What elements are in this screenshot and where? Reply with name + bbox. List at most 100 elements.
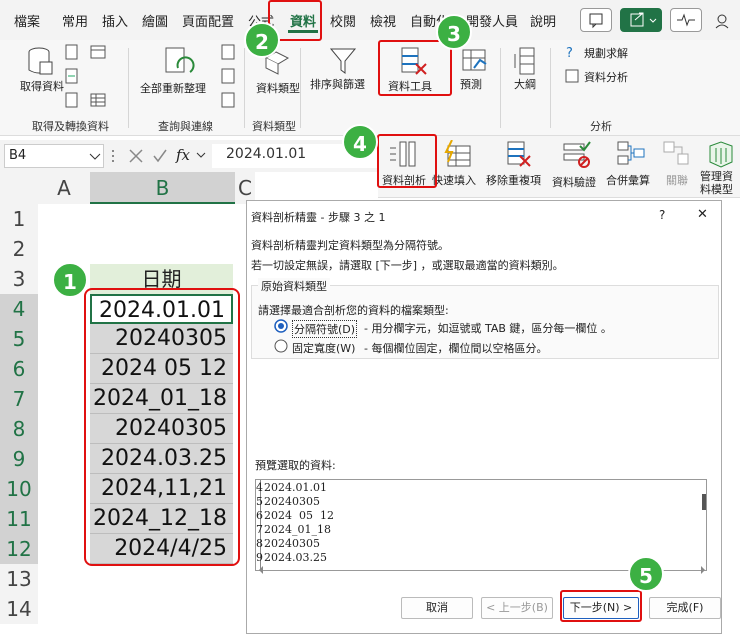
- solver-icon: ?: [566, 46, 573, 60]
- group-separator: [128, 48, 129, 128]
- group-label-analysis: 分析: [590, 120, 612, 133]
- formula-bar: B4 fx 2024.01.01: [0, 140, 378, 172]
- group-separator: [300, 48, 301, 128]
- group-label-queries: 查詢與連線: [158, 120, 213, 133]
- tab-help[interactable]: 說明: [530, 11, 556, 30]
- step-2-callout: 2: [244, 22, 280, 58]
- preview-row-number: 6: [256, 509, 263, 522]
- row-header-4[interactable]: 4: [0, 294, 38, 324]
- radio-selected-icon: [274, 319, 288, 333]
- confirm-entry-icon[interactable]: [152, 148, 168, 164]
- fx-chevron-down-icon: [196, 152, 206, 158]
- step-1-callout: 1: [52, 262, 88, 298]
- tab-developer[interactable]: 開發人員: [466, 11, 518, 30]
- edit-links-icon[interactable]: [220, 92, 236, 108]
- row-header-12[interactable]: 12: [0, 534, 38, 564]
- select-all-corner[interactable]: [0, 172, 38, 204]
- from-web-icon[interactable]: [90, 44, 106, 60]
- row-header-1[interactable]: 1: [0, 204, 38, 234]
- preview-row-number: 7: [256, 523, 263, 536]
- tab-view[interactable]: 檢視: [370, 11, 396, 30]
- highlight-data-range: [84, 288, 240, 566]
- data-type-label: 資料類型: [256, 82, 300, 95]
- row-header-2[interactable]: 2: [0, 234, 38, 264]
- finish-button[interactable]: 完成(F): [649, 597, 721, 619]
- tab-home[interactable]: 常用: [62, 11, 88, 30]
- tab-page-layout[interactable]: 頁面配置: [182, 11, 234, 30]
- group-title: 原始資料類型: [258, 278, 330, 294]
- relationships-label: 關聯: [666, 174, 688, 187]
- remove-duplicates-icon: [507, 141, 531, 167]
- svg-text:?: ?: [566, 46, 573, 60]
- flash-fill-label: 快速填入: [432, 174, 476, 187]
- preview-row-number: 5: [256, 495, 263, 508]
- comments-button[interactable]: [580, 8, 612, 32]
- row-header-9[interactable]: 9: [0, 444, 38, 474]
- share-button[interactable]: [620, 8, 662, 32]
- more-options-icon: [112, 150, 114, 162]
- group-separator: [244, 48, 245, 128]
- group-separator: [550, 48, 551, 128]
- dialog-title: 資料剖析精靈 - 步驟 3 之 1: [251, 211, 386, 224]
- preview-row-number: 8: [256, 537, 263, 550]
- row-header-3[interactable]: 3: [0, 264, 38, 294]
- data-analysis-button[interactable]: 資料分析: [584, 69, 628, 85]
- cancel-button[interactable]: 取消: [401, 597, 473, 619]
- tab-insert[interactable]: 插入: [102, 11, 128, 30]
- group-label-data-types: 資料類型: [252, 120, 296, 133]
- preview-vscroll-thumb[interactable]: [702, 494, 706, 510]
- existing-connections-icon[interactable]: [90, 92, 106, 108]
- outline-label: 大綱: [514, 78, 536, 91]
- preview-row-value: 20240305: [264, 495, 320, 508]
- preview-row-number: 4: [256, 481, 263, 494]
- column-header-a[interactable]: A: [38, 172, 90, 204]
- properties-icon[interactable]: [220, 68, 236, 84]
- back-button[interactable]: < 上一步(B): [481, 597, 553, 619]
- name-box[interactable]: B4: [4, 144, 104, 168]
- preview-label: 預覽選取的資料:: [255, 459, 336, 472]
- delimited-label: 分隔符號(D): [292, 320, 358, 338]
- row-header-7[interactable]: 7: [0, 384, 38, 414]
- row-header-11[interactable]: 11: [0, 504, 38, 534]
- group-separator: [500, 48, 501, 128]
- activity-button[interactable]: [670, 8, 702, 32]
- solver-button[interactable]: 規劃求解: [584, 45, 628, 61]
- delimited-description: - 用分欄字元，如逗號或 TAB 鍵，區分每一欄位 。: [364, 322, 612, 335]
- consolidate-icon: [617, 141, 645, 165]
- row-header-8[interactable]: 8: [0, 414, 38, 444]
- refresh-icon: [165, 47, 195, 73]
- row-header-5[interactable]: 5: [0, 324, 38, 354]
- queries-connections-icon[interactable]: [220, 44, 236, 60]
- close-icon[interactable]: ✕: [697, 207, 708, 222]
- tab-review[interactable]: 校閱: [330, 11, 356, 30]
- row-header-10[interactable]: 10: [0, 474, 38, 504]
- preview-row-number: 9: [256, 551, 263, 564]
- user-search-icon[interactable]: [714, 12, 734, 30]
- fixed-width-description: - 每個欄位固定，欄位間以空格區分。: [364, 342, 548, 355]
- preview-row-value: 2024 05 12: [264, 509, 334, 522]
- tab-file[interactable]: 檔案: [14, 11, 40, 30]
- from-text-icon[interactable]: [64, 44, 80, 60]
- refresh-all-label: 全部重新整理: [140, 82, 206, 95]
- step-4-callout: 4: [342, 124, 378, 160]
- from-table-icon[interactable]: [64, 68, 80, 84]
- data-analysis-icon: [565, 69, 579, 83]
- step-3-callout: 3: [436, 14, 472, 50]
- insert-function-button[interactable]: fx: [176, 146, 190, 164]
- formula-value: 2024.01.01: [226, 146, 307, 162]
- highlight-data-tools: [378, 40, 452, 96]
- step-5-callout: 5: [628, 556, 664, 592]
- help-button[interactable]: ?: [659, 208, 665, 222]
- recent-sources-icon[interactable]: [64, 92, 80, 108]
- data-model-label: 管理資料模型: [700, 170, 733, 196]
- row-header-14[interactable]: 14: [0, 594, 38, 624]
- remove-duplicates-label: 移除重複項: [486, 174, 541, 187]
- outline-icon: [514, 47, 535, 75]
- row-header-13[interactable]: 13: [0, 564, 38, 594]
- row-header-6[interactable]: 6: [0, 354, 38, 384]
- cancel-entry-icon[interactable]: [128, 148, 144, 164]
- tab-draw[interactable]: 繪圖: [142, 11, 168, 30]
- column-header-b[interactable]: B: [90, 172, 235, 204]
- filter-icon: [329, 48, 357, 74]
- data-validation-icon: [563, 141, 591, 168]
